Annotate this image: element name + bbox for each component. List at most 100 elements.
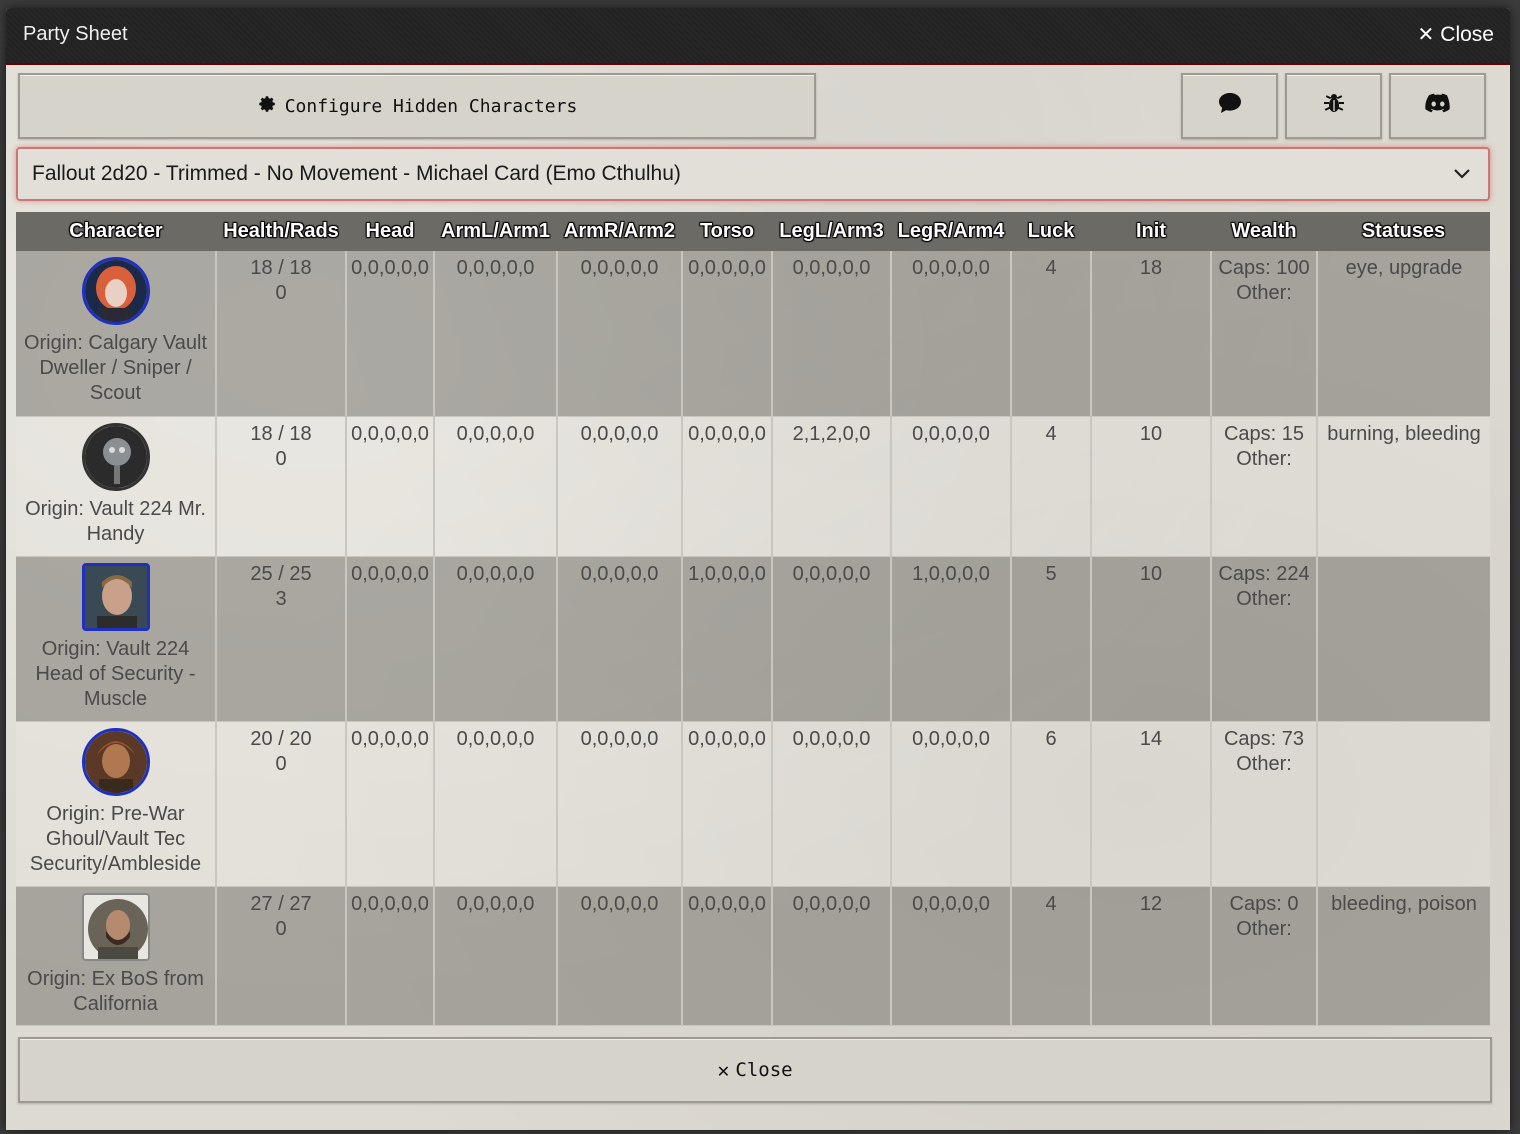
- close-button-bottom[interactable]: ✕ Close: [18, 1037, 1492, 1103]
- chat-button[interactable]: [1181, 73, 1278, 139]
- torso-cell: 0,0,0,0,0: [682, 721, 773, 887]
- character-cell[interactable]: Origin: Ex BoS from California: [16, 886, 217, 1026]
- health-rads-cell: 20 / 20 0: [216, 721, 347, 887]
- window-title: Party Sheet: [23, 23, 128, 45]
- init-cell: 14: [1091, 721, 1212, 887]
- legr-cell: 0,0,0,0,0: [891, 416, 1012, 557]
- table-row[interactable]: Origin: Ex BoS from California 27 / 27 0 …: [16, 886, 1490, 1026]
- header-wealth[interactable]: Wealth: [1211, 212, 1317, 251]
- chevron-down-icon: [1452, 163, 1472, 189]
- character-cell[interactable]: Origin: Vault 224 Head of Security - Mus…: [16, 556, 217, 722]
- statuses-cell: burning, bleeding: [1317, 416, 1490, 557]
- header-head[interactable]: Head: [346, 212, 434, 251]
- campaign-select[interactable]: Fallout 2d20 - Trimmed - No Movement - M…: [16, 147, 1490, 201]
- header-health-rads[interactable]: Health/Rads: [216, 212, 346, 251]
- table-header-row: Character Health/Rads Head ArmL/Arm1 Arm…: [16, 212, 1490, 251]
- character-origin: Origin: Ex BoS from California: [27, 967, 204, 1015]
- header-legr[interactable]: LegR/Arm4: [891, 212, 1011, 251]
- statuses-cell: bleeding, poison: [1317, 886, 1490, 1026]
- wealth-cell: Caps: 100 Other:: [1211, 251, 1318, 417]
- health-rads-cell: 27 / 27 0: [216, 886, 347, 1026]
- arml-cell: 0,0,0,0,0: [434, 721, 558, 887]
- header-armr[interactable]: ArmR/Arm2: [557, 212, 682, 251]
- discord-button[interactable]: [1389, 73, 1486, 139]
- head-cell: 0,0,0,0,0: [346, 416, 435, 557]
- close-label: Close: [1440, 22, 1494, 46]
- head-cell: 0,0,0,0,0: [346, 251, 435, 417]
- armr-cell: 0,0,0,0,0: [557, 251, 683, 417]
- title-bar[interactable]: Party Sheet ✕ Close: [6, 8, 1510, 65]
- luck-cell: 6: [1011, 721, 1092, 887]
- close-icon: ✕: [1417, 24, 1435, 46]
- init-cell: 12: [1091, 886, 1212, 1026]
- header-statuses[interactable]: Statuses: [1317, 212, 1490, 251]
- wealth-cell: Caps: 15 Other:: [1211, 416, 1318, 557]
- header-legl[interactable]: LegL/Arm3: [772, 212, 891, 251]
- statuses-cell: [1317, 721, 1490, 887]
- character-cell[interactable]: Origin: Vault 224 Mr. Handy: [16, 416, 217, 557]
- arml-cell: 0,0,0,0,0: [434, 886, 558, 1026]
- caps-value: Caps: 73: [1223, 727, 1305, 750]
- header-luck[interactable]: Luck: [1011, 212, 1091, 251]
- torso-cell: 0,0,0,0,0: [682, 416, 773, 557]
- armr-cell: 0,0,0,0,0: [557, 556, 683, 722]
- arml-cell: 0,0,0,0,0: [434, 556, 558, 722]
- table-row[interactable]: Origin: Pre-War Ghoul/Vault Tec Security…: [16, 721, 1490, 887]
- character-cell[interactable]: Origin: Calgary Vault Dweller / Sniper /…: [16, 251, 217, 417]
- legl-cell: 0,0,0,0,0: [772, 886, 892, 1026]
- head-cell: 0,0,0,0,0: [346, 556, 435, 722]
- luck-cell: 4: [1011, 416, 1092, 557]
- armr-cell: 0,0,0,0,0: [557, 721, 683, 887]
- rads-value: 0: [275, 752, 287, 775]
- caps-value: Caps: 15: [1223, 422, 1305, 445]
- head-cell: 0,0,0,0,0: [346, 886, 435, 1026]
- torso-cell: 0,0,0,0,0: [682, 251, 773, 417]
- avatar[interactable]: [81, 727, 150, 796]
- legr-cell: 0,0,0,0,0: [891, 721, 1012, 887]
- header-torso[interactable]: Torso: [682, 212, 772, 251]
- avatar[interactable]: [81, 257, 150, 325]
- health-rads-cell: 18 / 18 0: [216, 416, 347, 557]
- legl-cell: 2,1,2,0,0: [772, 416, 892, 557]
- armr-cell: 0,0,0,0,0: [557, 416, 683, 557]
- torso-cell: 1,0,0,0,0: [682, 556, 773, 722]
- header-character[interactable]: Character: [16, 212, 216, 251]
- close-icon: ✕: [717, 1058, 730, 1082]
- table-row[interactable]: Origin: Calgary Vault Dweller / Sniper /…: [16, 251, 1490, 417]
- arml-cell: 0,0,0,0,0: [434, 251, 558, 417]
- configure-label: Configure Hidden Characters: [284, 95, 578, 117]
- close-button-top[interactable]: ✕ Close: [1418, 22, 1494, 47]
- health-value: 25 / 25: [250, 562, 312, 585]
- avatar[interactable]: [81, 562, 150, 631]
- caps-value: Caps: 224: [1218, 562, 1310, 585]
- luck-cell: 5: [1011, 556, 1092, 722]
- health-value: 18 / 18: [250, 257, 312, 279]
- avatar[interactable]: [81, 892, 150, 961]
- statuses-cell: eye, upgrade: [1317, 251, 1490, 417]
- table-row[interactable]: Origin: Vault 224 Head of Security - Mus…: [16, 556, 1490, 722]
- legr-cell: 0,0,0,0,0: [891, 251, 1012, 417]
- armr-cell: 0,0,0,0,0: [557, 886, 683, 1026]
- arml-cell: 0,0,0,0,0: [434, 416, 558, 557]
- other-wealth: Other:: [1236, 587, 1292, 610]
- character-cell[interactable]: Origin: Pre-War Ghoul/Vault Tec Security…: [16, 721, 217, 887]
- wealth-cell: Caps: 0 Other:: [1211, 886, 1318, 1026]
- table-row[interactable]: Origin: Vault 224 Mr. Handy 18 / 18 0 0,0…: [16, 416, 1490, 557]
- campaign-select-value: Fallout 2d20 - Trimmed - No Movement - M…: [32, 162, 681, 185]
- health-rads-cell: 25 / 25 3: [216, 556, 347, 722]
- legl-cell: 0,0,0,0,0: [772, 556, 892, 722]
- configure-hidden-characters-button[interactable]: Configure Hidden Characters: [18, 73, 816, 139]
- health-value: 27 / 27: [250, 892, 312, 915]
- legr-cell: 1,0,0,0,0: [891, 556, 1012, 722]
- header-arml[interactable]: ArmL/Arm1: [434, 212, 557, 251]
- rads-value: 0: [275, 282, 287, 304]
- bug-report-button[interactable]: [1285, 73, 1382, 139]
- health-rads-cell: 18 / 18 0: [216, 251, 347, 417]
- luck-cell: 4: [1011, 886, 1092, 1026]
- caps-value: Caps: 100: [1218, 257, 1310, 279]
- wealth-cell: Caps: 224 Other:: [1211, 556, 1318, 722]
- legr-cell: 0,0,0,0,0: [891, 886, 1012, 1026]
- header-init[interactable]: Init: [1091, 212, 1211, 251]
- avatar[interactable]: [81, 422, 150, 491]
- luck-cell: 4: [1011, 251, 1092, 417]
